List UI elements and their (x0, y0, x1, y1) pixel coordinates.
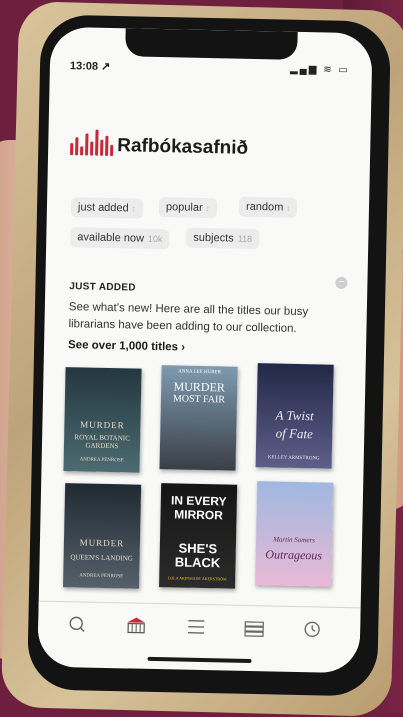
book-author: LOLA AKINMADE ÅKERSTRÖM (159, 575, 235, 582)
book-cover[interactable]: A Twist of Fate KELLEY ARMSTRONG (256, 363, 334, 469)
book-title: A Twist (256, 407, 332, 425)
collapse-icon[interactable]: − (335, 277, 347, 289)
chip-count: 118 (238, 234, 253, 244)
clock-icon[interactable] (300, 619, 324, 639)
book-title: MURDER (64, 419, 140, 431)
app-name: Rafbókasafnið (117, 136, 248, 159)
library-icon[interactable] (124, 615, 148, 635)
book-author: ANDREA PENROSE (64, 457, 140, 464)
chip-label: popular (166, 201, 203, 214)
status-time: 13:08 ↗ (70, 59, 111, 73)
filter-chips: just added↕ popular↕ random↕ available n… (71, 197, 361, 203)
books-icon[interactable] (242, 618, 266, 638)
book-author: ANDREA PENROSE (63, 573, 139, 580)
phone-screen: 13:08 ↗ ▂▄▆ ≋ ▭ Rafbókasafnið just added… (37, 27, 372, 674)
book-title: Outrageous (256, 547, 332, 564)
app-logo[interactable]: Rafbókasafnið (70, 129, 248, 159)
chip-label: just added (78, 201, 129, 214)
status-icons: ▂▄▆ ≋ ▭ (290, 64, 350, 76)
chip-label: subjects (193, 232, 234, 245)
book-title: IN EVERY MIRROR (160, 493, 237, 523)
search-icon[interactable] (66, 614, 90, 634)
book-author: ANNA LEE HUBER (161, 369, 237, 376)
book-subtitle: QUEEN'S LANDING (64, 553, 140, 563)
book-cover[interactable]: Martin Somers Outrageous (255, 481, 333, 587)
book-title: MURDER (64, 537, 140, 549)
section-description: See what's new! Here are all the titles … (68, 299, 339, 339)
sort-icon: ↕ (206, 204, 210, 213)
book-cover[interactable]: MURDER QUEEN'S LANDING ANDREA PENROSE (63, 483, 141, 589)
chip-random[interactable]: random↕ (239, 197, 298, 218)
list-icon[interactable] (184, 617, 208, 637)
sort-icon: ↕ (286, 204, 290, 213)
book-author: Martin Somers (256, 535, 332, 545)
book-cover[interactable]: IN EVERY MIRROR SHE'S BLACK LOLA AKINMAD… (159, 483, 237, 589)
chip-label: random (246, 201, 284, 214)
home-indicator (147, 657, 251, 663)
chip-count: 10k (148, 234, 163, 244)
book-cover[interactable]: ANNA LEE HUBER MURDER MOST FAIR (159, 365, 237, 471)
see-all-link[interactable]: See over 1,000 titles › (68, 339, 185, 353)
book-subtitle: ROYAL BOTANIC GARDENS (64, 433, 140, 451)
tab-bar (38, 601, 361, 653)
chip-available-now[interactable]: available now 10k (70, 227, 170, 249)
book-subtitle: MOST FAIR (161, 393, 237, 406)
notch (125, 28, 298, 60)
book-author: KELLEY ARMSTRONG (256, 455, 332, 462)
chip-popular[interactable]: popular↕ (159, 197, 217, 218)
section-title: JUST ADDED (69, 281, 136, 293)
sort-icon: ↕ (132, 204, 136, 213)
logo-bars-icon (70, 129, 114, 156)
chip-subjects[interactable]: subjects 118 (186, 228, 259, 250)
chip-just-added[interactable]: just added↕ (71, 197, 143, 218)
chip-label: available now (77, 231, 144, 244)
book-subtitle: SHE'S BLACK (159, 541, 236, 571)
book-cover[interactable]: MURDER ROYAL BOTANIC GARDENS ANDREA PENR… (63, 367, 141, 473)
book-subtitle: of Fate (256, 425, 332, 443)
